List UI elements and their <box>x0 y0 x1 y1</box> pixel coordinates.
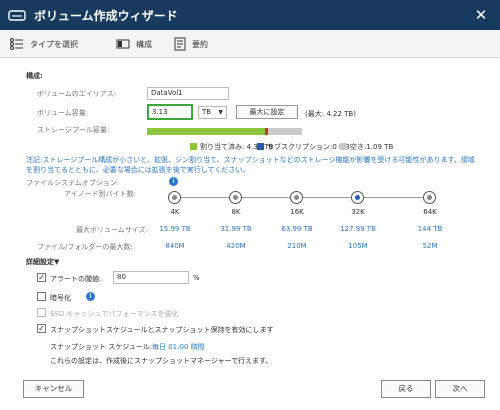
inode-max-files-1: 420M <box>226 242 246 250</box>
inode-max-volume-3: 127.99 TB <box>340 225 376 233</box>
inode-size-2: 16K <box>290 208 304 216</box>
radio-dot <box>355 195 360 200</box>
nas-logo-icon <box>8 9 26 21</box>
inode-max-volume-4: 144 TB <box>417 225 443 233</box>
config-panel: 構成: ボリュームのエイリアス: DataVol1 ボリューム容量: 3.13 … <box>0 58 500 376</box>
unit-select[interactable]: TB ▼ <box>198 106 227 119</box>
step-label: 構成 <box>136 39 152 49</box>
alert-label: アラートの閾値: <box>50 275 102 283</box>
radio-dot <box>427 195 432 200</box>
pool-capacity-bar <box>147 128 302 135</box>
capacity-input[interactable]: 3.13 <box>147 104 193 120</box>
unit-select-value: TB <box>202 108 212 116</box>
inode-max-files-0: 840M <box>165 242 185 250</box>
alias-label: ボリュームのエイリアス: <box>37 90 117 98</box>
free-swatch <box>340 143 347 150</box>
window-title: ボリューム作成ウィザード <box>34 8 178 23</box>
filesystem-label: ファイルシステムオプション: <box>26 179 120 187</box>
close-icon[interactable]: ✕ <box>472 6 490 24</box>
step-label: 要約 <box>192 39 208 49</box>
snapshot-checkbox[interactable]: ✓ <box>37 324 46 333</box>
step-summary[interactable]: 要約 <box>174 30 208 58</box>
alert-checkbox[interactable]: ✓ <box>37 273 46 282</box>
section-title: 構成: <box>26 72 43 80</box>
radio-dot <box>172 195 177 200</box>
capacity-label: ボリューム容量: <box>37 109 89 117</box>
snapshot-label: スナップショットスケジュールとスナップショット保持を有効にします <box>50 326 274 334</box>
alias-input[interactable]: DataVol1 <box>147 87 229 100</box>
chevron-down-icon: ▼ <box>218 109 223 116</box>
step-configure[interactable]: 構成 <box>116 30 152 58</box>
filesystem-info-icon[interactable]: i <box>169 177 178 186</box>
allocated-fill <box>147 128 265 135</box>
subscription-fill <box>264 128 268 135</box>
summary-icon <box>174 37 186 51</box>
set-max-button[interactable]: 最大に設定 <box>236 105 298 119</box>
legend-free: 空き:1.09 TB <box>340 142 393 152</box>
inode-max-volume-1: 31.99 TB <box>220 225 252 233</box>
inode-max-files-4: 52M <box>422 242 438 250</box>
max-volume-label: 最大ボリュームサイズ: <box>76 226 148 234</box>
max-note: (最大: 4.22 TB) <box>305 110 356 118</box>
encryption-label: 暗号化 <box>50 294 71 302</box>
schedule-label: スナップショット スケジュール: <box>50 343 153 351</box>
pool-capacity-label: ストレージプール容量: <box>37 126 110 134</box>
inode-radio-4[interactable] <box>423 191 436 204</box>
encryption-info-icon[interactable]: i <box>86 292 95 301</box>
inode-radio-1[interactable] <box>229 191 242 204</box>
list-icon <box>10 38 23 50</box>
pool-note: 注記:ストレージプール構成が小さいと、拡張、シン割り当て、スナップショットなどの… <box>26 156 475 174</box>
inode-radio-3[interactable] <box>351 191 364 204</box>
next-button[interactable]: 次へ <box>435 380 485 398</box>
alert-threshold-input[interactable]: 80 <box>113 271 189 284</box>
inode-size-4: 64K <box>423 208 437 216</box>
max-files-label: ファイル/フォルダーの最大数: <box>37 243 133 251</box>
allocated-swatch <box>190 143 197 150</box>
schedule-note: これらの設定は、作成後にスナップショットマネージャーで行えます。 <box>50 357 273 365</box>
inode-radio-0[interactable] <box>168 191 181 204</box>
inode-size-3: 32K <box>351 208 365 216</box>
inode-size-1: 8K <box>231 208 241 216</box>
inode-size-0: 4K <box>170 208 180 216</box>
subscription-swatch <box>257 143 264 150</box>
inode-radio-2[interactable] <box>290 191 303 204</box>
encryption-checkbox[interactable] <box>37 292 46 301</box>
inode-label: アイノード別バイト数: <box>64 190 137 198</box>
legend-free-text: 空き:1.09 TB <box>350 143 394 151</box>
ssd-cache-label: SSD キャッシュでパフォーマンスを強化 <box>50 310 179 318</box>
step-select-type[interactable]: タイプを選択 <box>10 30 78 58</box>
step-label: タイプを選択 <box>30 39 78 49</box>
legend-subscription: サブスクリプション:0 MB <box>257 142 350 152</box>
inode-max-files-2: 210M <box>287 242 307 250</box>
inode-max-files-3: 105M <box>348 242 368 250</box>
wizard-footer: キャンセル 戻る 次へ <box>0 376 500 410</box>
alert-unit: % <box>193 274 200 282</box>
title-bar: ボリューム作成ウィザード ✕ <box>0 0 500 30</box>
cancel-button[interactable]: キャンセル <box>23 380 84 398</box>
ssd-cache-checkbox[interactable] <box>37 308 46 317</box>
radio-dot <box>294 195 299 200</box>
config-icon <box>116 39 130 49</box>
schedule-link[interactable]: 毎日 01:00 時間 <box>152 342 205 352</box>
back-button[interactable]: 戻る <box>381 380 431 398</box>
advanced-settings-toggle[interactable]: 詳細設定▼ <box>26 257 59 267</box>
wizard-steps: タイプを選択 構成 要約 <box>0 30 500 58</box>
legend-subscription-text: サブスクリプション:0 MB <box>267 143 350 151</box>
inode-max-volume-2: 63.99 TB <box>281 225 313 233</box>
radio-dot <box>233 195 238 200</box>
inode-max-volume-0: 15.99 TB <box>159 225 191 233</box>
